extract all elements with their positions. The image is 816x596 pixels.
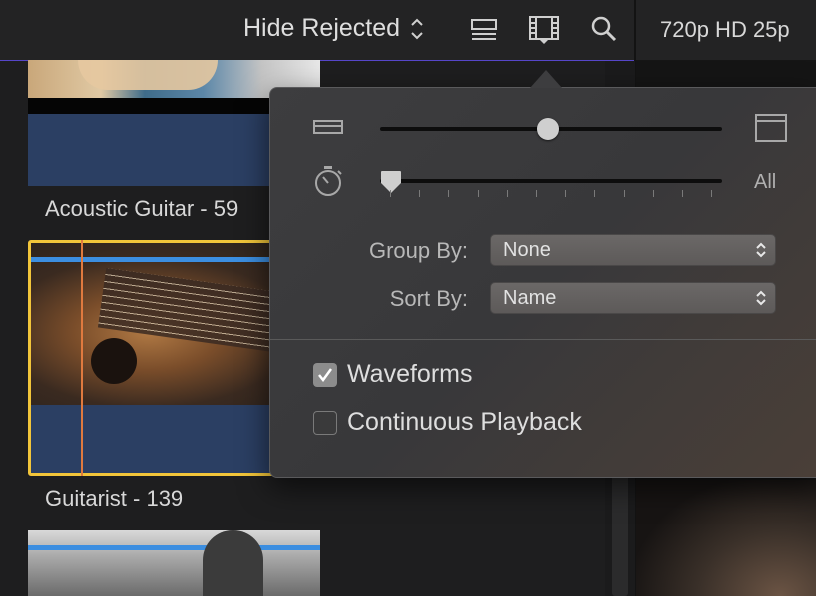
stopwatch-icon [315,166,342,196]
duration-tick [419,190,421,197]
chevron-updown-icon [756,290,766,306]
continuous-playback-checkbox-box[interactable] [313,410,337,435]
large-clip-height-icon [755,114,787,142]
continuous-playback-label: Continuous Playback [347,408,582,436]
clip-filter-label: Hide Rejected [243,14,401,42]
guitar-soundhole-image [91,338,137,384]
group-by-select[interactable]: None [490,234,776,266]
duration-tick [652,190,654,197]
sort-by-select[interactable]: Name [490,282,776,314]
waveforms-checkbox[interactable]: Waveforms [313,360,472,389]
group-by-label: Group By: [368,238,468,263]
group-by-value: None [503,239,551,261]
duration-slider-ticks [390,190,720,200]
continuous-playback-checkbox[interactable]: Continuous Playback [313,408,582,437]
duration-tick [682,190,683,197]
duration-slider-track[interactable] [380,179,722,183]
chevron-updown-icon [411,18,423,39]
popover-separator [270,339,816,340]
clip-person-image [203,530,263,596]
viewer-image [636,480,816,596]
clip-height-slider-knob[interactable] [536,118,559,140]
filmstrip-view-icon[interactable] [528,14,560,46]
duration-tick [565,190,567,197]
checkmark-icon [318,367,333,382]
duration-tick [448,190,450,197]
waveforms-checkbox-box[interactable] [313,362,337,387]
sort-by-value: Name [503,287,557,309]
viewer-format-label: 720p HD 25p [636,0,816,60]
skimmer-playhead[interactable] [81,240,83,476]
duration-tick [594,190,596,197]
duration-tick [390,190,391,197]
keyword-marker-line [28,545,320,550]
clip-filter-menu[interactable]: Hide Rejected [243,14,424,43]
duration-all-label: All [754,171,777,193]
clip-title-guitarist[interactable]: Guitarist - 139 [45,486,183,512]
sort-by-label: Sort By: [389,286,468,311]
list-view-icon[interactable] [471,14,497,44]
chevron-updown-icon [756,242,766,258]
clip-thumbnail-third[interactable] [28,530,320,596]
duration-tick [711,190,713,197]
clip-title-acoustic-guitar[interactable]: Acoustic Guitar - 59 [45,196,238,222]
duration-tick [623,190,625,197]
duration-tick [536,190,537,197]
browser-toolbar: Hide Rejected [0,0,635,61]
search-icon[interactable] [590,14,618,44]
popover-arrow [530,70,562,88]
waveforms-label: Waveforms [347,360,473,388]
small-clip-height-icon [313,120,343,134]
duration-tick [477,190,479,197]
duration-tick [506,190,508,197]
